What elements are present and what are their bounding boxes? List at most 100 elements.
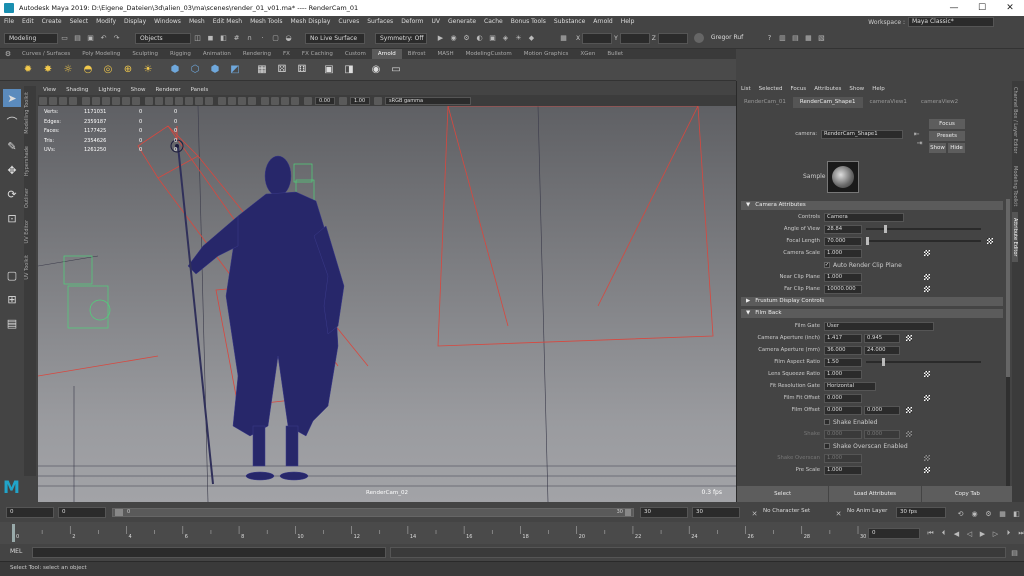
bookmarks-icon[interactable] xyxy=(59,96,67,105)
ipr-icon[interactable]: ◨ xyxy=(342,63,356,77)
menu-deform[interactable]: Deform xyxy=(397,16,427,28)
range-slider[interactable]: 0 30 xyxy=(112,508,634,517)
load-attributes-button[interactable]: Load Attributes xyxy=(829,486,921,502)
angle-of-view-slider[interactable] xyxy=(866,225,981,233)
image-plane-icon[interactable] xyxy=(69,96,77,105)
lasso-tool-icon[interactable]: ⌒ xyxy=(3,113,21,131)
menu-curves[interactable]: Curves xyxy=(334,16,363,28)
viewport-menu-panels[interactable]: Panels xyxy=(186,86,214,95)
hide-button[interactable]: Hide xyxy=(948,143,965,153)
menu-display[interactable]: Display xyxy=(120,16,150,28)
tab-channel-box[interactable]: Channel Box / Layer Editor xyxy=(1012,81,1018,160)
viewport-menu-view[interactable]: View xyxy=(38,86,61,95)
move-tool-icon[interactable]: ✥ xyxy=(3,161,21,179)
grid-icon[interactable] xyxy=(82,96,90,105)
film-aspect-field[interactable]: 1.50 xyxy=(824,357,862,367)
shelf-tab-animation[interactable]: Animation xyxy=(197,49,237,59)
camera-scale-field[interactable]: 1.000 xyxy=(824,248,862,258)
aperture-mm-x-field[interactable]: 36.000 xyxy=(824,345,862,355)
menu-surfaces[interactable]: Surfaces xyxy=(363,16,397,28)
anti-aliasing-icon[interactable] xyxy=(238,96,246,105)
user-account-dropdown[interactable]: Gregor Ruf xyxy=(707,33,763,44)
focus-button[interactable]: Focus xyxy=(929,119,965,129)
time-slider[interactable]: 0 2 4 6 8 10 12 14 16 18 20 22 24 26 28 30 0 ⏮ ⏴ ◀ ◁ ▶ … xyxy=(0,522,1024,544)
z-field[interactable] xyxy=(657,32,688,44)
xray-active-icon[interactable] xyxy=(281,96,289,105)
menu-windows[interactable]: Windows xyxy=(150,16,185,28)
user-avatar[interactable] xyxy=(693,33,704,43)
depth-of-field-icon[interactable] xyxy=(248,96,256,105)
view-transform-dropdown[interactable]: sRGB gamma xyxy=(385,96,471,105)
character-set-icon[interactable]: ✕ xyxy=(749,508,760,519)
outliner-layout-icon[interactable]: ▤ xyxy=(3,314,21,332)
menu-help[interactable]: Help xyxy=(617,16,639,28)
film-aspect-slider[interactable] xyxy=(866,358,981,366)
symmetry-dropdown[interactable]: Symmetry: Off xyxy=(375,32,427,44)
shelf-tab-modelingcustom[interactable]: ModelingCustom xyxy=(460,49,518,59)
select-component-icon[interactable]: ◧ xyxy=(218,33,229,44)
arnold-render-icon[interactable]: ◆ xyxy=(526,33,537,44)
step-forward-key-icon[interactable]: ▷ xyxy=(990,528,1001,539)
modeling-toolkit-toggle-icon[interactable]: ▥ xyxy=(777,33,788,44)
single-view-layout-icon[interactable]: ▢ xyxy=(3,266,21,284)
angle-of-view-slider-handle[interactable] xyxy=(884,225,887,233)
step-back-icon[interactable]: ⏴ xyxy=(938,528,949,539)
film-offset-map-icon[interactable] xyxy=(906,407,912,413)
exposure-field[interactable]: 0.00 xyxy=(315,96,335,105)
shelf-tab-curves-surfaces[interactable]: Curves / Surfaces xyxy=(16,49,76,59)
photometric-light-icon[interactable]: ◎ xyxy=(101,63,115,77)
playblast-icon[interactable]: ◉ xyxy=(369,63,383,77)
ae-menu-focus[interactable]: Focus xyxy=(786,81,810,97)
menu-arnold[interactable]: Arnold xyxy=(589,16,616,28)
motion-blur-icon[interactable] xyxy=(228,96,236,105)
focal-length-slider-handle[interactable] xyxy=(866,237,869,245)
auto-clip-checkbox[interactable]: ✓ xyxy=(824,262,830,268)
angle-of-view-field[interactable]: 28.84 xyxy=(824,224,862,234)
character-set-dropdown[interactable]: No Character Set xyxy=(760,507,826,518)
camera-select-icon[interactable] xyxy=(39,96,47,105)
render-settings-icon[interactable]: ⚙ xyxy=(461,33,472,44)
open-scene-icon[interactable]: ▤ xyxy=(72,33,83,44)
step-forward-icon[interactable]: ⏵ xyxy=(1003,528,1014,539)
ae-tab-rendercam-01[interactable]: RenderCam_01 xyxy=(737,97,793,108)
menu-create[interactable]: Create xyxy=(38,16,66,28)
menu-mesh[interactable]: Mesh xyxy=(185,16,209,28)
shake-x-field[interactable]: 0.000 xyxy=(824,429,862,439)
selection-mode-dropdown[interactable]: Objects xyxy=(135,32,191,44)
snap-view-icon[interactable]: ▢ xyxy=(270,33,281,44)
attribute-editor-scrollbar[interactable] xyxy=(1006,199,1010,499)
select-tool-icon[interactable]: ➤ xyxy=(3,89,21,107)
playback-prefs-icon[interactable]: ◧ xyxy=(1011,508,1022,519)
close-button[interactable]: ✕ xyxy=(996,0,1024,16)
menu-mesh-display[interactable]: Mesh Display xyxy=(287,16,335,28)
shelf-tab-bifrost[interactable]: Bifrost xyxy=(402,49,432,59)
new-scene-icon[interactable]: ▭ xyxy=(59,33,70,44)
film-fit-offset-field[interactable]: 0.000 xyxy=(824,393,862,403)
ae-menu-attributes[interactable]: Attributes xyxy=(810,81,845,97)
ambient-occlusion-icon[interactable] xyxy=(218,96,226,105)
isolate-select-icon[interactable] xyxy=(261,96,269,105)
x-field[interactable] xyxy=(582,32,613,44)
node-name-field[interactable]: RenderCam_Shape1 xyxy=(821,129,903,139)
cache-icon[interactable]: ▦ xyxy=(997,508,1008,519)
tab-uv-editor[interactable]: UV Editor xyxy=(24,214,30,249)
transform-lock-icon[interactable]: ▦ xyxy=(558,33,569,44)
default-material-icon[interactable] xyxy=(165,96,173,105)
render-setup-icon[interactable]: ◈ xyxy=(500,33,511,44)
skydome-light-icon[interactable]: ◓ xyxy=(81,63,95,77)
near-clip-field[interactable]: 1.000 xyxy=(824,272,862,282)
select-button[interactable]: Select xyxy=(737,486,829,502)
attribute-editor-toggle-icon[interactable]: ▤ xyxy=(790,33,801,44)
shake-y-field[interactable]: 0.000 xyxy=(864,429,900,439)
shadows-icon[interactable] xyxy=(205,96,213,105)
shelf-tab-rendering[interactable]: Rendering xyxy=(237,49,277,59)
field-chart-icon[interactable] xyxy=(122,96,130,105)
redo-icon[interactable]: ↷ xyxy=(111,33,122,44)
show-button[interactable]: Show xyxy=(929,143,946,153)
resolution-gate-icon[interactable] xyxy=(102,96,110,105)
light-portal-icon[interactable]: ⊕ xyxy=(121,63,135,77)
physical-sky-icon[interactable]: ☀ xyxy=(141,63,155,77)
focal-length-map-icon[interactable] xyxy=(987,238,993,244)
viewport-menu-shading[interactable]: Shading xyxy=(61,86,93,95)
camera-scale-map-icon[interactable] xyxy=(924,250,930,256)
